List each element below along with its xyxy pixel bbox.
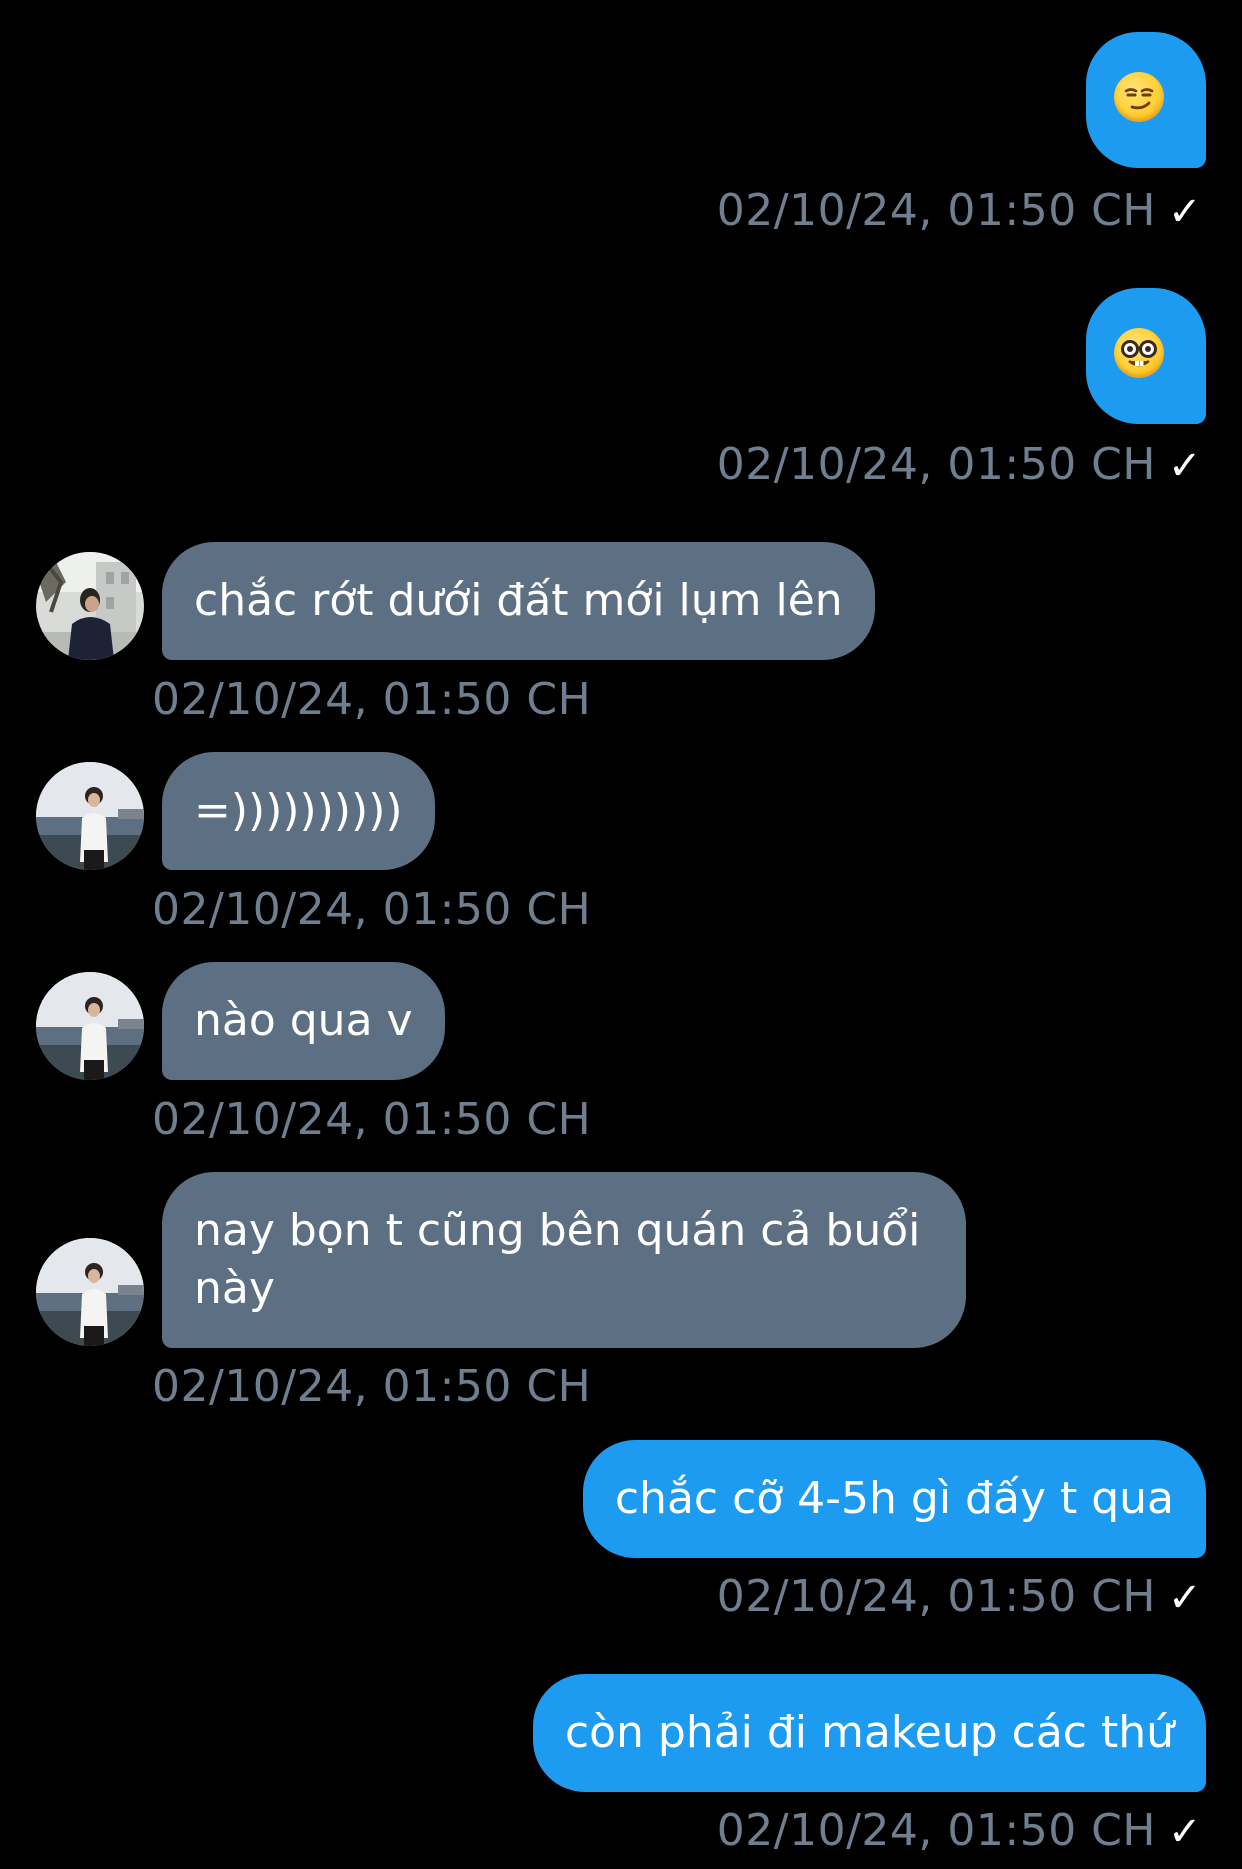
- avatar-street-photo: [36, 552, 144, 660]
- message-timestamp: 02/10/24, 01:50 CH: [152, 1094, 592, 1145]
- message-timestamp: 02/10/24, 01:50 CH ✓: [717, 438, 1202, 493]
- message-text: nay bọn t cũng bên quán cả buổi này: [194, 1205, 921, 1314]
- message-timestamp: 02/10/24, 01:50 CH ✓: [717, 184, 1202, 239]
- sent-check-icon: ✓: [1167, 1809, 1202, 1855]
- message-text: =)))))))))): [194, 785, 403, 836]
- smirking-face-emoji-icon: [1114, 72, 1164, 122]
- avatar-sea-photo: [36, 972, 144, 1080]
- avatar[interactable]: [36, 762, 144, 870]
- message-timestamp: 02/10/24, 01:50 CH ✓: [717, 1570, 1202, 1625]
- received-message-bubble[interactable]: nào qua v: [162, 962, 445, 1080]
- nerd-face-emoji-icon: [1114, 328, 1164, 378]
- message-text: chắc cỡ 4-5h gì đấy t qua: [614, 1473, 1174, 1524]
- avatar[interactable]: [36, 552, 144, 660]
- message-timestamp: 02/10/24, 01:50 CH: [152, 1361, 592, 1412]
- sent-check-icon: ✓: [1167, 443, 1202, 489]
- message-timestamp: 02/10/24, 01:50 CH ✓: [717, 1804, 1202, 1859]
- message-timestamp: 02/10/24, 01:50 CH: [152, 674, 592, 725]
- message-text: còn phải đi makeup các thứ: [564, 1707, 1174, 1758]
- avatar[interactable]: [36, 972, 144, 1080]
- sent-message-bubble[interactable]: chắc cỡ 4-5h gì đấy t qua: [582, 1440, 1206, 1558]
- sent-message-bubble[interactable]: [1086, 288, 1206, 424]
- sent-check-icon: ✓: [1167, 1575, 1202, 1621]
- message-thread: 02/10/24, 01:50 CH ✓ 02/10/24, 01:50 CH ✓: [0, 0, 1242, 1869]
- avatar-sea-photo: [36, 1238, 144, 1346]
- message-timestamp: 02/10/24, 01:50 CH: [152, 884, 592, 935]
- avatar-sea-photo: [36, 762, 144, 870]
- sent-check-icon: ✓: [1167, 189, 1202, 235]
- received-message-bubble[interactable]: =)))))))))): [162, 752, 435, 870]
- sent-message-bubble[interactable]: [1086, 32, 1206, 168]
- received-message-bubble[interactable]: chắc rớt dưới đất mới lụm lên: [162, 542, 875, 660]
- message-text: chắc rớt dưới đất mới lụm lên: [194, 575, 843, 626]
- sent-message-bubble[interactable]: còn phải đi makeup các thứ: [532, 1674, 1206, 1792]
- received-message-bubble[interactable]: nay bọn t cũng bên quán cả buổi này: [162, 1172, 966, 1348]
- avatar[interactable]: [36, 1238, 144, 1346]
- message-text: nào qua v: [194, 995, 413, 1046]
